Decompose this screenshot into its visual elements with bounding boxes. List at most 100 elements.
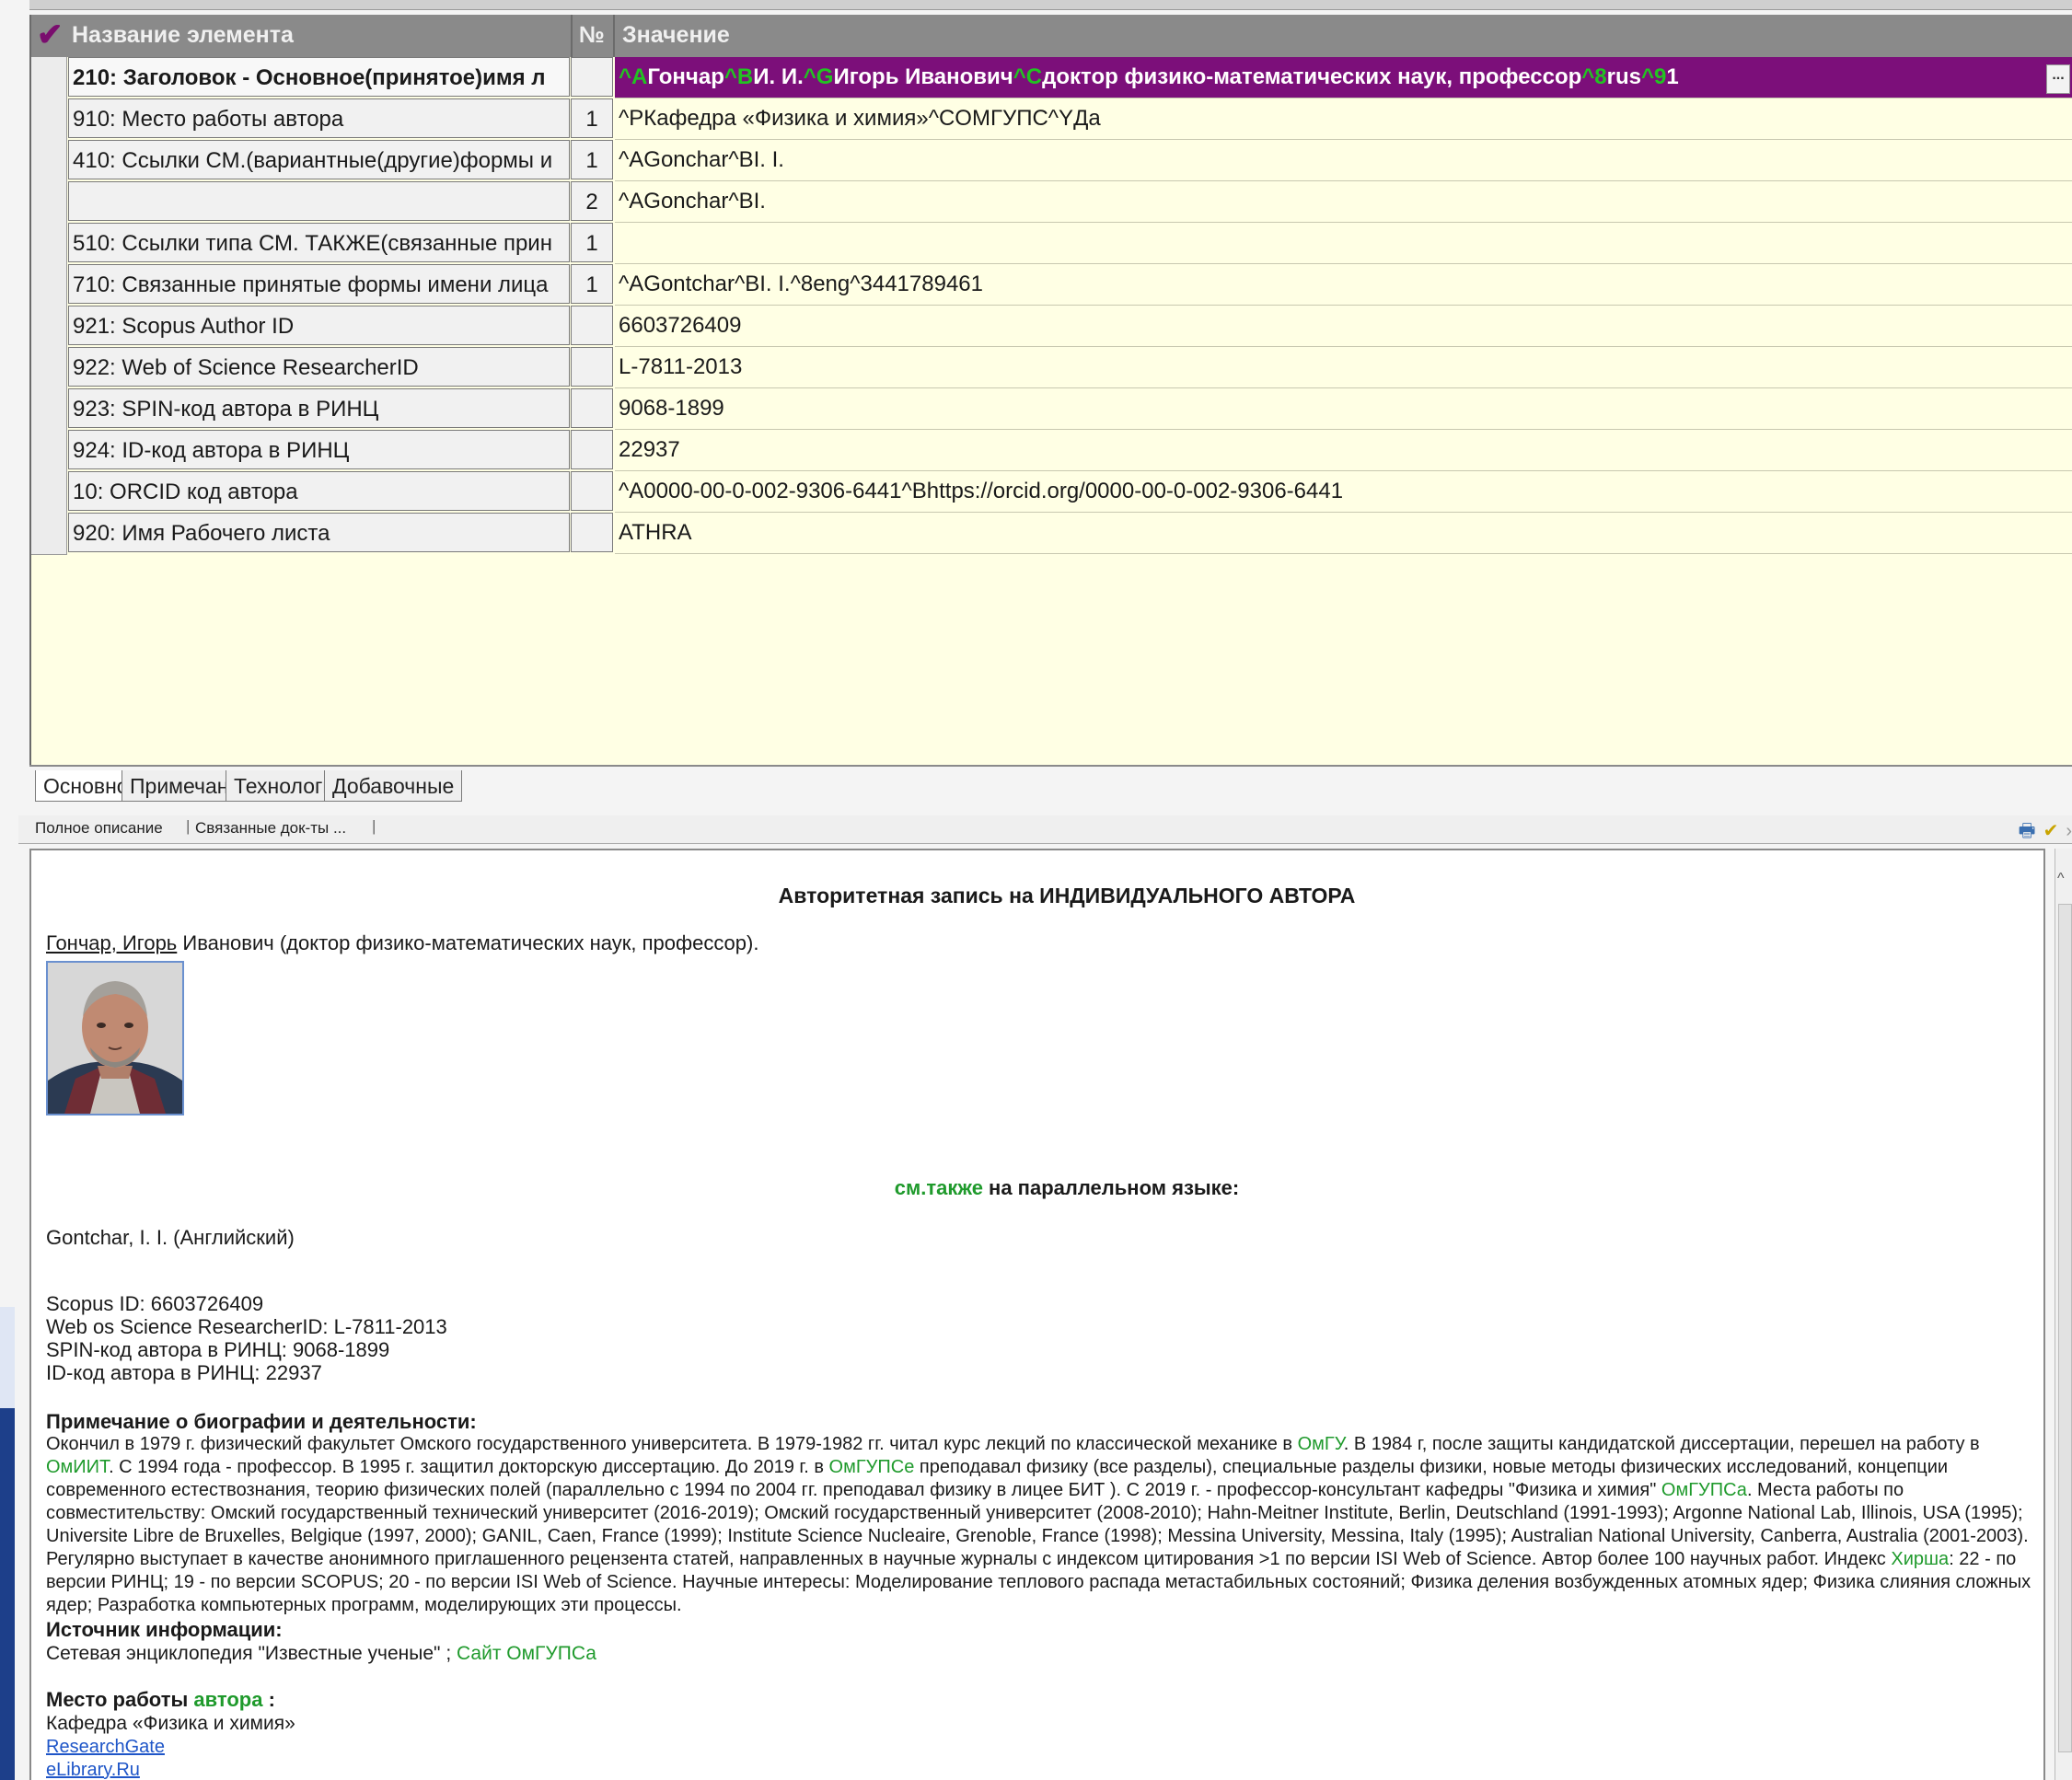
header-checkbox[interactable]: ✔: [31, 15, 66, 57]
elibrary-link[interactable]: eLibrary.Ru: [46, 1760, 140, 1780]
table-row[interactable]: 510: Ссылки типа СМ. ТАКЖЕ(связанные при…: [31, 223, 2072, 265]
author-degree: Иванович (доктор физико-математических н…: [177, 931, 759, 954]
row-selector[interactable]: [31, 388, 67, 431]
table-row[interactable]: 210: Заголовок - Основное(принятое)имя л…: [31, 57, 2072, 99]
source-line: Сетевая энциклопедия "Известные ученые" …: [46, 1643, 596, 1665]
print-icon[interactable]: 🖶: [2019, 817, 2036, 849]
field-name-cell[interactable]: 921: Scopus Author ID: [68, 306, 570, 345]
field-name-cell[interactable]: 510: Ссылки типа СМ. ТАКЖЕ(связанные при…: [68, 223, 570, 262]
subtab-related-docs[interactable]: Связанные док-ты ...: [195, 819, 346, 838]
header-number[interactable]: №: [579, 22, 605, 49]
field-value-cell[interactable]: 22937: [615, 430, 2072, 471]
occurrence-number-cell[interactable]: [571, 388, 613, 428]
field-name-cell[interactable]: 922: Web of Science ResearcherID: [68, 347, 570, 387]
field-value-cell[interactable]: [615, 223, 2072, 264]
field-value-cell[interactable]: ^PКафедра «Физика и химия»^CОМГУПС^YДа: [615, 98, 2072, 140]
identifier-line: Web os Science ResearcherID: L-7811-2013: [46, 1315, 447, 1338]
field-value-cell[interactable]: 6603726409: [615, 306, 2072, 347]
table-row[interactable]: 921: Scopus Author ID 6603726409: [31, 306, 2072, 348]
occurrence-number-cell[interactable]: 1: [571, 264, 613, 304]
occurrence-number-cell[interactable]: 1: [571, 223, 613, 262]
occurrence-number-cell[interactable]: [571, 471, 613, 511]
field-name-cell[interactable]: 910: Место работы автора: [68, 98, 570, 138]
field-value-cell[interactable]: ATHRA: [615, 513, 2072, 554]
scroll-up-icon[interactable]: ^: [2057, 871, 2065, 887]
occurrence-number-cell[interactable]: 1: [571, 98, 613, 138]
source-site-link[interactable]: Сайт ОмГУПСа: [457, 1643, 596, 1664]
row-selector[interactable]: [31, 347, 67, 389]
occurrence-number-cell[interactable]: [571, 57, 613, 97]
tab-additional[interactable]: Добавочные: [324, 770, 463, 802]
field-name-cell[interactable]: 710: Связанные принятые формы имени лица: [68, 264, 570, 304]
field-value-cell[interactable]: ^AGontchar^BI. I.^8eng^3441789461: [615, 264, 2072, 306]
field-name-cell[interactable]: 210: Заголовок - Основное(принятое)имя л: [68, 57, 570, 97]
row-selector[interactable]: [31, 98, 67, 141]
field-name-cell[interactable]: 410: Ссылки СМ.(вариантные(другие)формы …: [68, 140, 570, 179]
field-value-cell[interactable]: ^A0000-00-0-002-9306-6441^Bhttps://orcid…: [615, 471, 2072, 513]
field-name-cell[interactable]: [68, 181, 570, 221]
table-row[interactable]: 924: ID-код автора в РИНЦ 22937: [31, 430, 2072, 472]
occurrence-number-cell[interactable]: [571, 347, 613, 387]
occurrence-number-cell[interactable]: [571, 513, 613, 552]
field-name-cell[interactable]: 920: Имя Рабочего листа: [68, 513, 570, 552]
highlighted-term[interactable]: ОмГУ: [1298, 1434, 1344, 1454]
fields-grid: ✔ Название элемента № Значение 210: Заго…: [29, 15, 2072, 765]
researchgate-link[interactable]: ResearchGate: [46, 1737, 165, 1757]
header-value[interactable]: Значение: [622, 22, 730, 49]
table-row[interactable]: 10: ORCID код автора ^A0000-00-0-002-9306…: [31, 471, 2072, 514]
occurrence-number-cell[interactable]: [571, 306, 613, 345]
occurrence-number-cell[interactable]: 2: [571, 181, 613, 221]
table-row[interactable]: 2 ^AGonchar^BI.: [31, 181, 2072, 224]
table-row[interactable]: 710: Связанные принятые формы имени лица…: [31, 264, 2072, 306]
field-name-cell[interactable]: 10: ORCID код автора: [68, 471, 570, 511]
header-name[interactable]: Название элемента: [72, 22, 294, 49]
tab-bar: Основное Примечания Технология Добавочны…: [29, 765, 2072, 809]
row-selector[interactable]: [31, 140, 67, 182]
row-selector[interactable]: [31, 223, 67, 265]
parallel-name: Gontchar, I. I. (Английский): [46, 1226, 295, 1249]
row-selector[interactable]: [31, 513, 67, 555]
row-selector[interactable]: [31, 430, 67, 472]
highlighted-term[interactable]: ОмИИТ: [46, 1457, 109, 1477]
subfield-marker: ^A: [619, 64, 648, 89]
biography-text: Окончил в 1979 г. физический факультет О…: [46, 1433, 2043, 1617]
row-selector[interactable]: [31, 471, 67, 514]
field-value-cell[interactable]: L-7811-2013: [615, 347, 2072, 388]
highlighted-term[interactable]: ОмГУПСе: [829, 1457, 915, 1477]
field-name-cell[interactable]: 923: SPIN-код автора в РИНЦ: [68, 388, 570, 428]
check-icon[interactable]: ✔: [2043, 819, 2059, 842]
biography-fragment: . С 1994 года - профессор. В 1995 г. защ…: [109, 1457, 829, 1477]
field-value-cell[interactable]: 9068-1899: [615, 388, 2072, 430]
chevron-right-icon[interactable]: ›: [2066, 821, 2072, 842]
table-row[interactable]: 923: SPIN-код автора в РИНЦ 9068-1899: [31, 388, 2072, 431]
table-row[interactable]: 920: Имя Рабочего листа ATHRA: [31, 513, 2072, 555]
occurrence-number-cell[interactable]: [571, 430, 613, 469]
checkmark-icon: ✔: [37, 17, 64, 52]
scrollbar-thumb[interactable]: [2058, 904, 2072, 1752]
field-name-cell[interactable]: 924: ID-код автора в РИНЦ: [68, 430, 570, 469]
subtab-full-description[interactable]: Полное описание: [35, 819, 163, 838]
field-value-cell[interactable]: ^AГончар^BИ. И.^GИгорь Иванович^Cдоктор …: [615, 57, 2072, 98]
row-selector[interactable]: [31, 181, 67, 224]
subfield-value: 1: [1666, 64, 1679, 89]
highlighted-term[interactable]: Хирша: [1891, 1549, 1949, 1569]
subtab-separator: |: [372, 817, 376, 835]
subtab-separator: |: [186, 817, 191, 835]
column-divider[interactable]: [613, 15, 615, 57]
table-row[interactable]: 910: Место работы автора 1 ^PКафедра «Физи…: [31, 98, 2072, 141]
table-row[interactable]: 410: Ссылки СМ.(вариантные(другие)формы …: [31, 140, 2072, 182]
field-value-cell[interactable]: ^AGonchar^BI.: [615, 181, 2072, 223]
table-row[interactable]: 922: Web of Science ResearcherID L-7811-2…: [31, 347, 2072, 389]
field-value-cell[interactable]: ^AGonchar^BI. I.: [615, 140, 2072, 181]
identifier-line: Scopus ID: 6603726409: [46, 1292, 264, 1315]
column-divider[interactable]: [571, 15, 573, 57]
background-decoration: [0, 1307, 15, 1408]
highlighted-term[interactable]: ОмГУПСа: [1661, 1480, 1747, 1500]
occurrence-number-cell[interactable]: 1: [571, 140, 613, 179]
row-selector[interactable]: [31, 306, 67, 348]
edit-ellipsis-button[interactable]: ...: [2046, 64, 2070, 94]
row-selector[interactable]: [31, 264, 67, 306]
author-name-link[interactable]: Гончар, Игорь: [46, 931, 177, 954]
row-selector[interactable]: [31, 57, 67, 99]
vertical-scrollbar[interactable]: ^: [2055, 849, 2072, 1780]
